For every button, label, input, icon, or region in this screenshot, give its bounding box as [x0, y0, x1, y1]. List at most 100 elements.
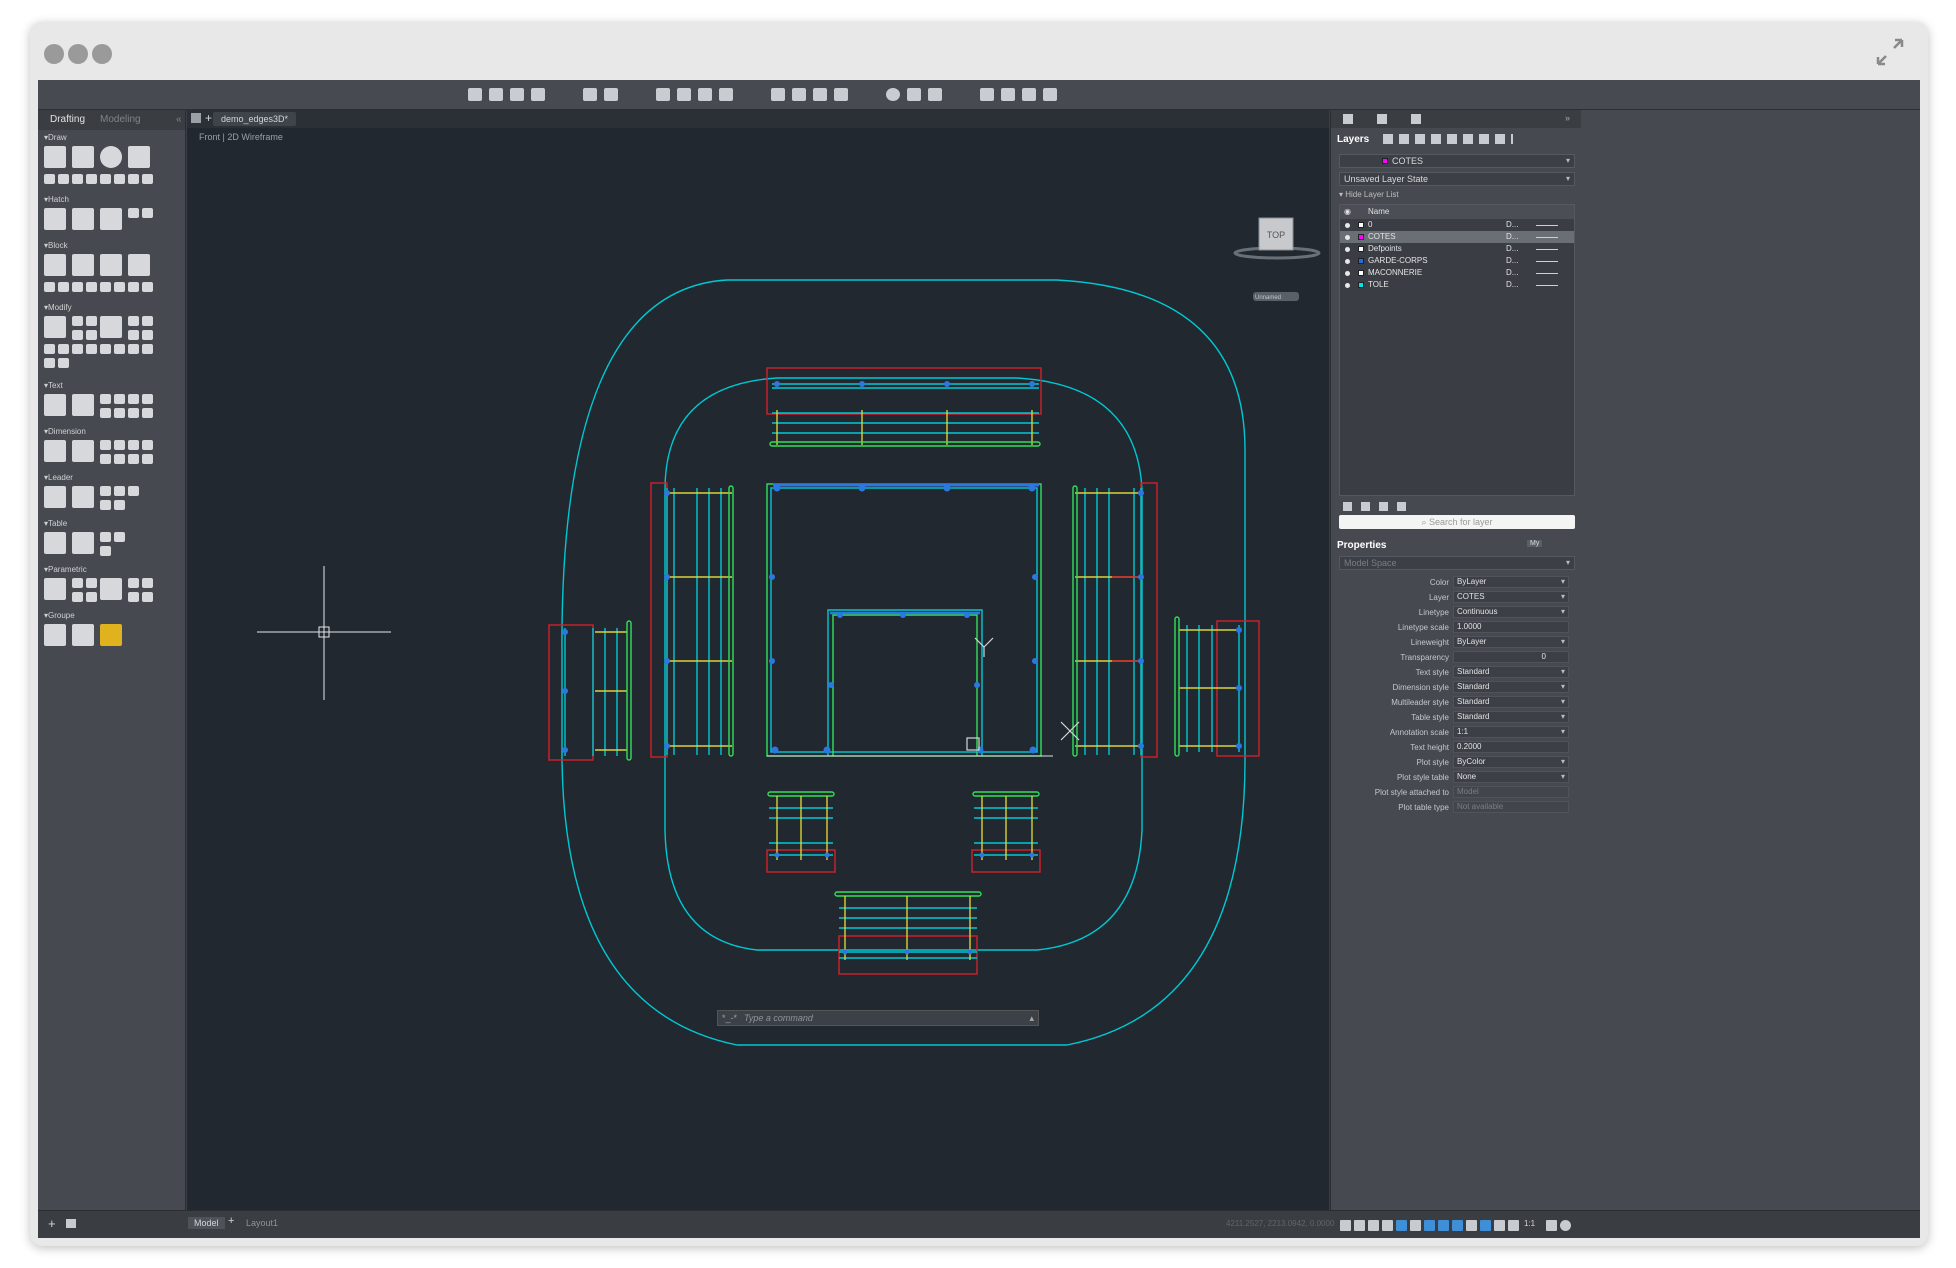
section-header[interactable]: Block: [38, 240, 186, 252]
find-text-icon[interactable]: [128, 394, 139, 404]
text-justify-icon[interactable]: [142, 408, 153, 418]
wblock-icon[interactable]: [100, 282, 111, 292]
brush-icon[interactable]: [58, 358, 69, 368]
section-header[interactable]: Hatch: [38, 194, 186, 206]
property-value[interactable]: ByColor: [1453, 756, 1569, 768]
layer-tools-icon[interactable]: [1022, 88, 1036, 101]
layer-on-icon[interactable]: [1345, 259, 1350, 264]
workspace-icon[interactable]: [1546, 1220, 1557, 1231]
delete-constraints-icon[interactable]: [142, 592, 153, 602]
selection-cycling-icon[interactable]: [1452, 1220, 1463, 1231]
layer-color-swatch[interactable]: [1358, 270, 1364, 276]
settings-gear-icon[interactable]: [1560, 1220, 1571, 1231]
property-value[interactable]: None: [1453, 771, 1569, 783]
hide-layer-list-toggle[interactable]: ▾ Hide Layer List: [1339, 190, 1399, 199]
ellipse-icon[interactable]: [100, 174, 111, 184]
ordinate-dimension-icon[interactable]: [142, 440, 153, 450]
aligned-dimension-icon[interactable]: [72, 440, 94, 462]
single-line-text-icon[interactable]: [72, 394, 94, 416]
3d-osnap-icon[interactable]: [1466, 1220, 1477, 1231]
ortho-icon[interactable]: [1368, 1220, 1379, 1231]
align-icon[interactable]: [128, 344, 139, 354]
insert-block-icon[interactable]: [72, 254, 94, 276]
data-extraction-icon[interactable]: [72, 532, 94, 554]
name-column-header[interactable]: Name: [1368, 205, 1389, 219]
mirror-icon[interactable]: [72, 330, 83, 340]
offset-icon[interactable]: [142, 330, 153, 340]
rotate-icon[interactable]: [86, 316, 97, 326]
polar-icon[interactable]: [1382, 1220, 1393, 1231]
properties-tab-icon[interactable]: [1411, 114, 1421, 124]
revcloud-icon[interactable]: [142, 174, 153, 184]
undo-modify-icon[interactable]: [44, 358, 55, 368]
linear-constraint-icon[interactable]: [128, 578, 139, 588]
layer-color-swatch[interactable]: [1358, 258, 1364, 264]
erase-icon[interactable]: [142, 344, 153, 354]
leader-icon[interactable]: [72, 486, 94, 508]
current-layer-select[interactable]: COTES: [1339, 154, 1575, 168]
match-properties-icon[interactable]: [980, 88, 994, 101]
tab-model[interactable]: Model: [188, 1217, 225, 1229]
snap-icon[interactable]: [1354, 1220, 1365, 1231]
design-center-icon[interactable]: [813, 88, 827, 101]
property-value[interactable]: 0: [1453, 651, 1569, 663]
group-icon[interactable]: [44, 624, 66, 646]
section-header[interactable]: Parametric: [38, 564, 186, 576]
radial-constraint-icon[interactable]: [142, 578, 153, 588]
property-value[interactable]: 1.0000: [1453, 621, 1569, 633]
lineweight-icon[interactable]: [1424, 1220, 1435, 1231]
layer-row[interactable]: Defpoints D...: [1340, 243, 1574, 255]
layer-tools-icon[interactable]: [1383, 134, 1513, 144]
dimension-edit-icon[interactable]: [142, 454, 153, 464]
region-icon[interactable]: [114, 174, 125, 184]
text-edit-icon[interactable]: [128, 408, 139, 418]
property-value[interactable]: ByLayer: [1453, 636, 1569, 648]
drawing-canvas[interactable]: + demo_edges3D* Front | 2D Wireframe TOP…: [187, 110, 1329, 1210]
layer-linetype[interactable]: [1536, 225, 1558, 226]
xline-icon[interactable]: [128, 174, 139, 184]
redo-icon[interactable]: [604, 88, 618, 101]
multileader-icon[interactable]: [44, 486, 66, 508]
property-value[interactable]: 1:1: [1453, 726, 1569, 738]
layer-search-input[interactable]: ⌕ Search for layer: [1339, 515, 1575, 529]
tab-layout1[interactable]: Layout1: [246, 1218, 278, 1228]
save-icon[interactable]: [510, 88, 524, 101]
layer-color-swatch[interactable]: [1358, 282, 1364, 288]
property-value[interactable]: ByLayer: [1453, 576, 1569, 588]
annotation-scale[interactable]: 1:1: [1524, 1219, 1535, 1228]
section-header[interactable]: Groupe: [38, 610, 186, 622]
add-layout-icon[interactable]: +: [48, 1216, 56, 1231]
radius-dimension-icon[interactable]: [100, 440, 111, 450]
properties-toggle[interactable]: My: [1527, 540, 1543, 547]
properties-icon[interactable]: [792, 88, 806, 101]
tool-palette-icon[interactable]: [834, 88, 848, 101]
layer-on-icon[interactable]: [1345, 271, 1350, 276]
point-icon[interactable]: [86, 174, 97, 184]
block-attribute-icon[interactable]: [128, 254, 150, 276]
property-value[interactable]: Standard: [1453, 711, 1569, 723]
section-header[interactable]: Table: [38, 518, 186, 530]
lock-icon[interactable]: [100, 578, 122, 600]
table-link-icon[interactable]: [114, 532, 125, 542]
spline-icon[interactable]: [58, 174, 69, 184]
gradient-icon[interactable]: [72, 208, 94, 230]
otrack-icon[interactable]: [1410, 1220, 1421, 1231]
layer-linetype[interactable]: [1536, 285, 1558, 286]
zoom-icon[interactable]: [886, 88, 900, 101]
section-header[interactable]: Modify: [38, 302, 186, 314]
align-leader-icon[interactable]: [128, 486, 139, 496]
break-icon[interactable]: [72, 344, 83, 354]
tab-modeling[interactable]: Modeling: [100, 114, 141, 125]
new-file-icon[interactable]: [468, 88, 482, 101]
layer-state-select[interactable]: Unsaved Layer State: [1339, 172, 1575, 186]
continue-dimension-icon[interactable]: [114, 454, 125, 464]
auto-scale-icon[interactable]: [1508, 1220, 1519, 1231]
battman-icon[interactable]: [72, 282, 83, 292]
osnap-icon[interactable]: [1396, 1220, 1407, 1231]
layout-list-icon[interactable]: [66, 1219, 76, 1228]
copy-icon[interactable]: [72, 316, 83, 326]
layer-row-selected[interactable]: COTES D...: [1340, 231, 1574, 243]
image-icon[interactable]: [142, 208, 153, 218]
layer-on-icon[interactable]: [1345, 223, 1350, 228]
coincident-icon[interactable]: [72, 578, 83, 588]
